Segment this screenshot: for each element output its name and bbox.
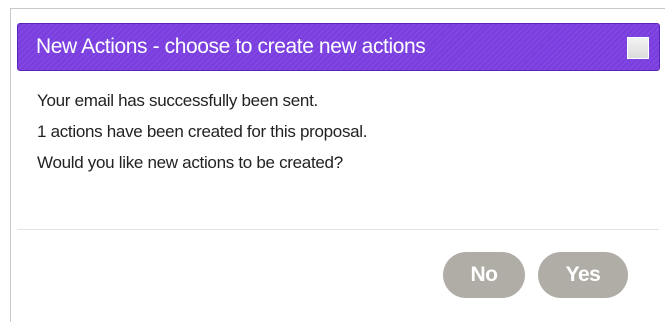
close-box-icon[interactable] bbox=[627, 37, 649, 59]
dialog-divider bbox=[17, 229, 659, 230]
message-email-sent: Your email has successfully been sent. bbox=[37, 91, 318, 110]
dialog-title: New Actions - choose to create new actio… bbox=[36, 35, 426, 58]
new-actions-dialog: New Actions - choose to create new actio… bbox=[10, 8, 665, 322]
no-button[interactable]: No bbox=[443, 252, 525, 298]
dialog-titlebar: New Actions - choose to create new actio… bbox=[17, 23, 660, 71]
dialog-body: Your email has successfully been sent. 1… bbox=[37, 85, 655, 178]
message-actions-created: 1 actions have been created for this pro… bbox=[37, 122, 368, 141]
yes-button[interactable]: Yes bbox=[538, 252, 628, 298]
message-question: Would you like new actions to be created… bbox=[37, 153, 343, 172]
